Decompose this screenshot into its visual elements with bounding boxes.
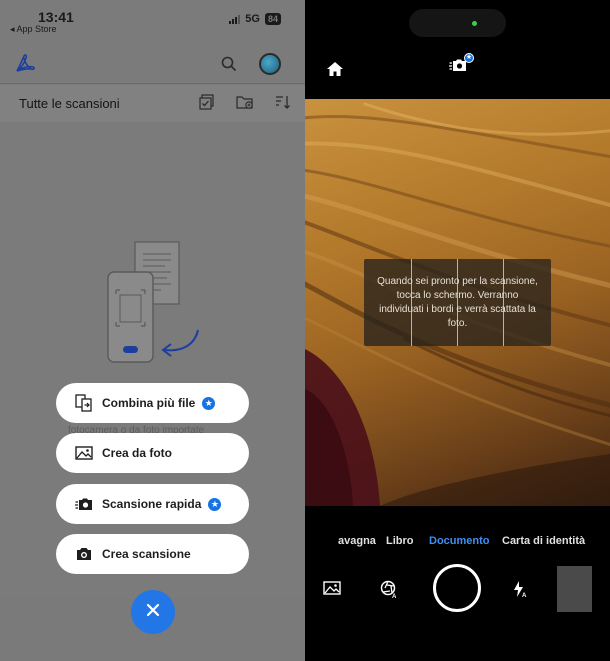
acrobat-scan-home-screen: 13:41 ◂ App Store 5G 84 Tutte le scansio… bbox=[0, 0, 305, 661]
create-from-photo-button[interactable]: Crea da foto bbox=[56, 433, 249, 473]
premium-star-icon: ★ bbox=[464, 53, 474, 63]
auto-filter-icon[interactable]: A bbox=[379, 579, 399, 604]
mode-document[interactable]: Documento bbox=[429, 535, 490, 547]
action-label: Crea da foto bbox=[102, 446, 173, 460]
status-indicators: 5G 84 bbox=[229, 13, 281, 25]
premium-star-icon: ★ bbox=[202, 396, 216, 410]
image-icon bbox=[74, 444, 94, 462]
mode-book[interactable]: Libro bbox=[386, 535, 414, 547]
new-folder-icon[interactable] bbox=[236, 94, 254, 115]
status-bar: 13:41 ◂ App Store 5G 84 bbox=[0, 0, 305, 40]
sort-icon[interactable] bbox=[275, 94, 291, 115]
quick-scan-button[interactable]: Scansione rapida ★ bbox=[56, 484, 249, 524]
camera-controls: A A bbox=[305, 563, 610, 613]
scan-guide-text: Quando sei pronto per la scansione, tocc… bbox=[377, 276, 538, 329]
create-scan-button[interactable]: Crea scansione bbox=[56, 534, 249, 574]
last-scan-thumbnail[interactable] bbox=[557, 566, 592, 612]
gallery-icon[interactable] bbox=[323, 580, 341, 601]
action-label: Scansione rapida bbox=[102, 497, 202, 511]
premium-star-icon: ★ bbox=[208, 497, 222, 511]
camera-viewfinder[interactable]: Quando sei pronto per la scansione, tocc… bbox=[305, 99, 610, 506]
quick-scan-camera-icon bbox=[74, 495, 94, 513]
select-icon[interactable] bbox=[199, 94, 215, 115]
signal-icon bbox=[229, 14, 241, 24]
camera-icon bbox=[74, 545, 94, 563]
page-title: Tutte le scansioni bbox=[19, 96, 120, 111]
back-to-app-store-link[interactable]: ◂ App Store bbox=[10, 24, 57, 35]
camera-active-indicator bbox=[472, 21, 477, 26]
search-icon[interactable] bbox=[220, 55, 238, 78]
svg-text:A: A bbox=[522, 593, 527, 598]
svg-text:A: A bbox=[392, 594, 397, 599]
profile-avatar-icon[interactable] bbox=[259, 53, 281, 75]
combine-files-icon bbox=[74, 394, 94, 412]
status-time: 13:41 bbox=[38, 9, 74, 25]
scan-guide-overlay: Quando sei pronto per la scansione, tocc… bbox=[364, 259, 551, 346]
dynamic-island bbox=[409, 9, 506, 37]
close-icon bbox=[146, 603, 160, 622]
app-bar bbox=[0, 44, 305, 84]
capture-mode-selector: avagna Libro Documento Carta di identità bbox=[305, 535, 610, 549]
combine-files-button[interactable]: Combina più file ★ bbox=[56, 383, 249, 423]
quick-scan-camera-icon[interactable]: ★ bbox=[449, 53, 474, 77]
shutter-button[interactable] bbox=[433, 564, 481, 612]
camera-scan-screen: ★ Quando sei pronto per la scansione, to… bbox=[305, 0, 610, 661]
home-icon[interactable] bbox=[326, 61, 344, 82]
network-type: 5G bbox=[245, 13, 260, 25]
flash-auto-icon[interactable]: A bbox=[512, 580, 528, 603]
scan-illustration bbox=[95, 240, 210, 370]
action-label: Crea scansione bbox=[102, 547, 191, 561]
scans-title-bar: Tutte le scansioni bbox=[0, 85, 305, 122]
battery-level: 84 bbox=[264, 13, 281, 25]
mode-gallery[interactable]: avagna bbox=[338, 535, 376, 547]
mode-id-card[interactable]: Carta di identità bbox=[502, 535, 585, 547]
acrobat-logo-icon bbox=[14, 54, 36, 79]
close-menu-button[interactable] bbox=[131, 590, 175, 634]
action-label: Combina più file bbox=[102, 396, 196, 410]
